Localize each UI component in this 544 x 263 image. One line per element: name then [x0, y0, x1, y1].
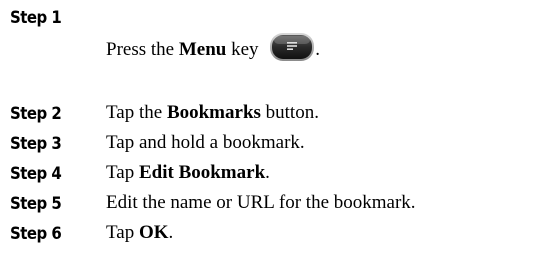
step-instruction: Edit the name or URL for the bookmark.	[106, 192, 416, 213]
bookmarks-button-name: Bookmarks	[166, 102, 261, 123]
step-label: Step 5	[10, 194, 62, 214]
step-label: Step 4	[10, 164, 62, 184]
step-instruction: Tap OK.	[106, 222, 174, 243]
step-4: Step 4 Tap Edit Bookmark.	[0, 160, 544, 190]
step-label: Step 1	[10, 8, 62, 28]
step-1: Step 1 Press the Menu key .	[0, 0, 544, 61]
step-instruction: Press the Menu key .	[106, 32, 320, 62]
step-5: Step 5 Edit the name or URL for the book…	[0, 190, 544, 220]
step-instruction: Tap the Bookmarks button.	[106, 102, 319, 123]
menu-key-icon	[269, 32, 315, 62]
step-instruction: Tap Edit Bookmark.	[106, 162, 270, 183]
step-label: Step 3	[10, 134, 62, 154]
ok-button-name: OK	[138, 222, 169, 243]
step-2: Step 2 Tap the Bookmarks button.	[0, 100, 544, 130]
step-3: Step 3 Tap and hold a bookmark.	[0, 130, 544, 160]
edit-bookmark-name: Edit Bookmark	[138, 162, 266, 183]
step-label: Step 6	[10, 224, 62, 244]
step-label: Step 2	[10, 104, 62, 124]
menu-key-name: Menu	[178, 39, 227, 60]
step-6: Step 6 Tap OK.	[0, 220, 544, 250]
step-instruction: Tap and hold a bookmark.	[106, 132, 305, 153]
